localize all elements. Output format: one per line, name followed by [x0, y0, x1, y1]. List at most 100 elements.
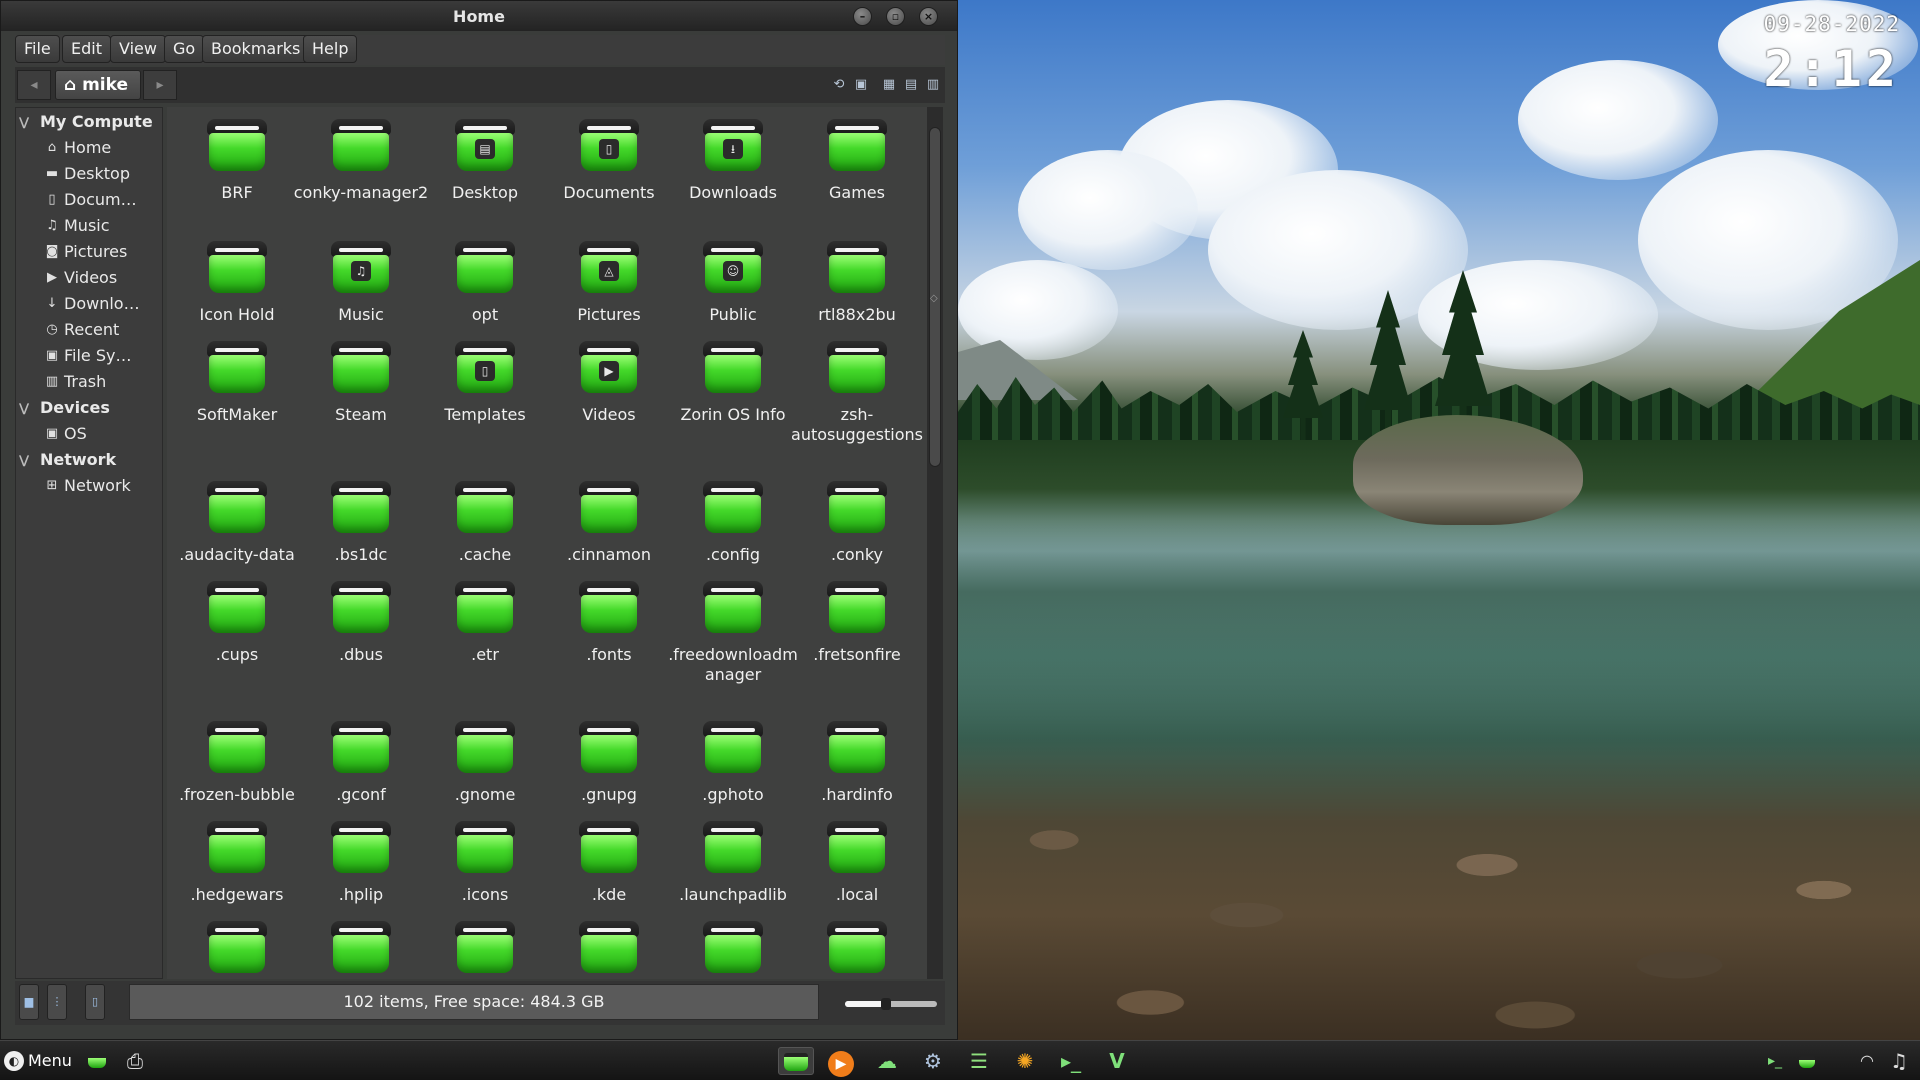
tree-toggle-button[interactable]: ⋮ [47, 984, 67, 1020]
folder-icon [579, 721, 639, 775]
file-item[interactable]: Games [795, 111, 919, 229]
start-menu-button[interactable]: ◐ Menu [4, 1047, 72, 1075]
sidebar-item-videos[interactable]: ▶ Videos [16, 266, 162, 290]
file-item[interactable] [671, 913, 795, 979]
terminal-icon[interactable]: ▸_ [1056, 1047, 1086, 1075]
expand-icon[interactable]: ⋁ [19, 110, 29, 134]
zoom-slider[interactable] [845, 998, 937, 1010]
folder-icon [827, 341, 887, 395]
sidebar-section-my-computer[interactable]: ⋁ My Compute [16, 110, 162, 134]
sidebar-item-recent[interactable]: ◷ Recent [16, 318, 162, 342]
wifi-icon[interactable]: ◠ [1852, 1047, 1882, 1075]
file-item[interactable]: .cups [175, 573, 299, 691]
menu-view[interactable]: View [110, 35, 166, 63]
sidebar-item-os[interactable]: ▣ OS [16, 422, 162, 446]
trash-icon: ▥ [45, 374, 59, 389]
sidebar: ⋁ My Compute ⌂ Home ▬ Desktop ▯ Docum… ♫ Mus… [15, 107, 163, 979]
forward-button[interactable]: ▸ [143, 70, 177, 100]
file-item[interactable]: BRF [175, 111, 299, 229]
places-toggle-button[interactable]: ▆ [19, 984, 39, 1020]
back-button[interactable]: ◂ [17, 70, 51, 100]
text-editor-icon[interactable]: ☰ [964, 1047, 994, 1075]
file-item[interactable]: zsh-autosuggestions [791, 333, 923, 451]
drive-icon: ▣ [45, 426, 59, 441]
file-item[interactable]: ▤ Desktop [423, 111, 547, 229]
file-item[interactable]: .etr [423, 573, 547, 691]
file-item-label: opt [471, 305, 499, 324]
zoom-slider-handle[interactable] [881, 998, 892, 1010]
hide-sidebar-button[interactable]: ▯ [85, 984, 105, 1020]
sidebar-section-devices[interactable]: ⋁ Devices [16, 396, 162, 420]
terminal-tray-icon[interactable]: ▸_ [1760, 1047, 1790, 1075]
file-item[interactable]: .fretsonfire [795, 573, 919, 691]
file-item[interactable]: SoftMaker [175, 333, 299, 451]
sidebar-item-downloads[interactable]: ↓ Downlo… [16, 292, 162, 316]
file-manager-icon[interactable] [778, 1047, 814, 1075]
sidebar-item-trash[interactable]: ▥ Trash [16, 370, 162, 394]
maximize-button[interactable]: ▫ [886, 7, 905, 26]
sidebar-item-home[interactable]: ⌂ Home [16, 136, 162, 160]
list-view-icon[interactable]: ▤ [903, 77, 919, 93]
file-item[interactable] [299, 913, 423, 979]
media-player-icon[interactable]: ▶ [826, 1047, 856, 1077]
vivaldi-icon[interactable]: V [1102, 1047, 1132, 1075]
close-button[interactable]: × [919, 7, 938, 26]
file-item[interactable] [175, 913, 299, 979]
file-item[interactable]: ▶ Videos [547, 333, 671, 451]
desktop-emblem-icon: ▤ [475, 139, 495, 159]
camera-icon: ◙ [45, 244, 59, 259]
file-item[interactable] [547, 913, 671, 979]
file-item[interactable]: ⭳ Downloads [671, 111, 795, 229]
folder-icon [703, 341, 763, 395]
file-item[interactable]: .fonts [547, 573, 671, 691]
expand-icon[interactable]: ⋁ [19, 396, 29, 420]
sidebar-item-music[interactable]: ♫ Music [16, 214, 162, 238]
compact-view-icon[interactable]: ▥ [925, 77, 941, 93]
menu-bookmarks[interactable]: Bookmarks [202, 35, 310, 63]
sidebar-item-label: Recent [64, 320, 120, 339]
menu-edit[interactable]: Edit [62, 35, 111, 63]
menu-file[interactable]: File [15, 35, 60, 63]
file-item[interactable]: Zorin OS Info [671, 333, 795, 451]
file-item[interactable] [423, 913, 547, 979]
folder-icon [331, 481, 391, 535]
sidebar-item-label: OS [64, 424, 87, 443]
sidebar-item-file-system[interactable]: ▣ File Sy… [16, 344, 162, 368]
printer-icon[interactable]: ⎙ [120, 1047, 150, 1075]
file-item[interactable]: Steam [299, 333, 423, 451]
file-item[interactable]: ▯ Templates [423, 333, 547, 451]
menu-help[interactable]: Help [303, 35, 358, 63]
start-menu-label: Menu [28, 1051, 72, 1070]
files-tray-icon[interactable] [1792, 1047, 1822, 1075]
folder-icon [579, 481, 639, 535]
file-item[interactable]: .freedownloadmanager [668, 573, 798, 691]
file-item-label: .kde [591, 885, 627, 904]
file-item[interactable]: ▯ Documents [547, 111, 671, 229]
sun-icon[interactable]: ✺ [1010, 1047, 1040, 1075]
sidebar-section-network[interactable]: ⋁ Network [16, 448, 162, 472]
menu-go[interactable]: Go [164, 35, 205, 63]
settings-icon[interactable]: ⚙ [918, 1047, 948, 1075]
sidebar-item-network[interactable]: ⊞ Network [16, 474, 162, 498]
breadcrumb-home[interactable]: ⌂ mike [55, 70, 141, 100]
sidebar-item-desktop[interactable]: ▬ Desktop [16, 162, 162, 186]
sidebar-item-documents[interactable]: ▯ Docum… [16, 188, 162, 212]
file-item[interactable]: .dbus [299, 573, 423, 691]
titlebar[interactable]: Home – ▫ × [1, 1, 957, 31]
location-toggle-icon[interactable]: ▣ [853, 77, 869, 93]
files-icon[interactable] [82, 1047, 112, 1075]
icon-view-icon[interactable]: ▦ [881, 77, 897, 93]
file-item[interactable] [795, 913, 919, 979]
section-title: My Compute [40, 112, 153, 131]
file-item[interactable]: conky-manager2 [294, 111, 428, 229]
file-item-label: .audacity-data [179, 545, 295, 564]
reload-icon[interactable]: ⟲ [831, 77, 847, 93]
sidebar-item-pictures[interactable]: ◙ Pictures [16, 240, 162, 264]
minimize-button[interactable]: – [853, 7, 872, 26]
expand-icon[interactable]: ⋁ [19, 448, 29, 472]
picture-emblem-icon: ◬ [599, 261, 619, 281]
music-tray-icon[interactable]: ♫ [1884, 1047, 1914, 1075]
cloud-upload-icon[interactable]: ☁ [872, 1047, 902, 1075]
file-manager-window: Home – ▫ × File Edit View Go Bookmarks H… [0, 0, 958, 1040]
vertical-scrollbar[interactable] [927, 107, 943, 979]
